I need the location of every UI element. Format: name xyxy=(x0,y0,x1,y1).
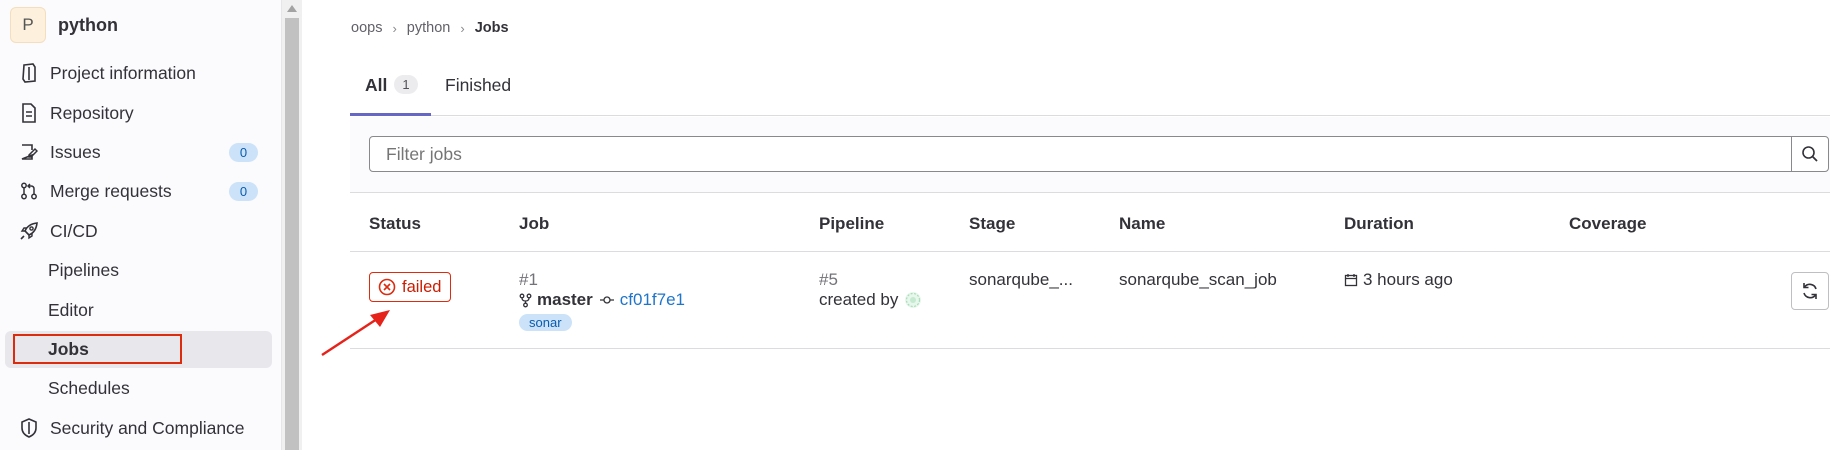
issues-icon xyxy=(18,141,40,163)
table-row: failed #1 master cf01f7e1 sonar #5 creat… xyxy=(350,252,1830,349)
chevron-right-icon: › xyxy=(460,20,465,36)
sidebar-subitem-pipelines[interactable]: Pipelines xyxy=(5,252,272,289)
sidebar-item-merge-requests[interactable]: Merge requests 0 xyxy=(10,173,272,209)
scrollbar-thumb[interactable] xyxy=(285,18,299,450)
status-failed-icon xyxy=(378,278,396,296)
breadcrumb-current[interactable]: Jobs xyxy=(475,20,509,36)
column-header-job: Job xyxy=(519,214,550,233)
tab-label: Finished xyxy=(445,75,512,95)
stage-text: sonarqube_... xyxy=(969,270,1073,289)
sidebar-scrollbar[interactable] xyxy=(282,0,302,450)
sidebar-item-label: Repository xyxy=(50,102,134,123)
breadcrumb: oops › python › Jobs xyxy=(351,20,509,36)
merge-request-icon xyxy=(18,180,40,202)
project-info-icon xyxy=(18,62,40,84)
sidebar-item-security-compliance[interactable]: Security and Compliance xyxy=(10,410,272,446)
sidebar-subitem-label: Editor xyxy=(48,300,94,320)
sidebar-item-label: Security and Compliance xyxy=(50,417,245,438)
tab-all[interactable]: All 1 xyxy=(350,70,431,116)
annotation-highlight-box xyxy=(13,334,182,364)
project-name: python xyxy=(58,14,118,35)
status-text: failed xyxy=(402,277,442,296)
job-id-link[interactable]: #1 xyxy=(519,270,538,290)
rocket-icon xyxy=(18,220,40,242)
column-header-status: Status xyxy=(369,214,421,233)
chevron-right-icon: › xyxy=(392,20,397,36)
project-header[interactable]: P python xyxy=(10,7,118,43)
project-avatar: P xyxy=(10,7,46,43)
retry-button[interactable] xyxy=(1791,272,1829,310)
retry-icon xyxy=(1803,283,1817,299)
sidebar-item-label: Project information xyxy=(50,62,196,83)
breadcrumb-item[interactable]: python xyxy=(407,20,451,36)
column-header-coverage: Coverage xyxy=(1569,214,1647,233)
sidebar-subitem-editor[interactable]: Editor xyxy=(5,292,272,329)
tab-label: All xyxy=(365,75,388,95)
tab-count-badge: 1 xyxy=(394,75,418,94)
sidebar-subitem-label: Pipelines xyxy=(48,260,120,280)
sidebar-item-label: CI/CD xyxy=(50,220,98,241)
sidebar-item-cicd[interactable]: CI/CD xyxy=(10,213,272,249)
table-header-row: Status Job Pipeline Stage Name Duration … xyxy=(350,194,1830,252)
sidebar-item-label: Issues xyxy=(50,141,101,162)
merge-requests-count-badge: 0 xyxy=(229,181,258,201)
scroll-up-arrow-icon[interactable] xyxy=(287,5,297,12)
pipeline-id-link[interactable]: #5 xyxy=(819,270,838,290)
sidebar-item-project-information[interactable]: Project information xyxy=(10,55,272,91)
sidebar: P python Project information Repository … xyxy=(0,0,282,450)
sidebar-item-label: Merge requests xyxy=(50,180,172,201)
pipeline-creator: created by xyxy=(819,290,922,310)
annotation-arrow xyxy=(321,310,390,357)
filter-bar xyxy=(350,117,1830,193)
duration-cell: 3 hours ago xyxy=(1344,270,1453,290)
job-tag-badge: sonar xyxy=(519,314,572,331)
branch-icon xyxy=(519,293,532,307)
calendar-icon xyxy=(1344,274,1358,287)
job-tags: sonar xyxy=(519,312,572,332)
user-avatar-icon[interactable] xyxy=(904,291,922,309)
column-header-stage: Stage xyxy=(969,214,1016,233)
search-button[interactable] xyxy=(1791,136,1829,172)
issues-count-badge: 0 xyxy=(229,142,258,162)
sidebar-subitem-schedules[interactable]: Schedules xyxy=(5,370,272,407)
status-badge-failed[interactable]: failed xyxy=(369,272,452,302)
filter-jobs-input[interactable] xyxy=(369,136,1792,172)
column-header-duration: Duration xyxy=(1344,214,1414,233)
column-header-name: Name xyxy=(1119,214,1166,233)
search-icon xyxy=(1802,146,1818,162)
finished-time-text: 3 hours ago xyxy=(1363,270,1453,289)
sidebar-item-issues[interactable]: Issues 0 xyxy=(10,134,272,170)
breadcrumb-item[interactable]: oops xyxy=(351,20,382,36)
job-tabs: All 1 Finished xyxy=(350,70,1830,116)
document-icon xyxy=(18,102,40,124)
job-name-text: sonarqube_scan_job xyxy=(1119,270,1277,289)
tab-finished[interactable]: Finished xyxy=(445,70,511,116)
shield-icon xyxy=(18,417,40,439)
commit-sha-link[interactable]: cf01f7e1 xyxy=(620,290,685,310)
job-ref-line: master cf01f7e1 xyxy=(519,290,685,310)
created-by-text: created by xyxy=(819,290,899,309)
sidebar-subitem-label: Schedules xyxy=(48,378,130,398)
branch-name-link[interactable]: master xyxy=(537,290,593,310)
column-header-pipeline: Pipeline xyxy=(819,214,885,233)
sidebar-item-repository[interactable]: Repository xyxy=(10,95,272,131)
commit-icon xyxy=(599,296,614,304)
